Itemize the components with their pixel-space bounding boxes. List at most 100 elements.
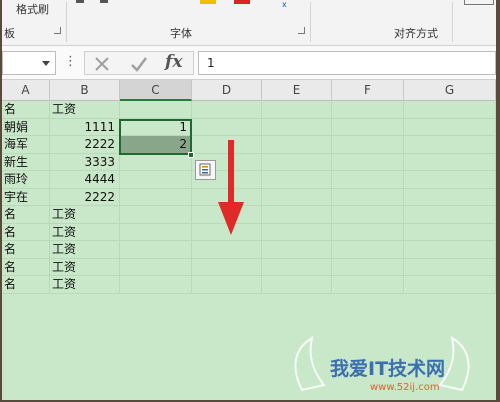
- cancel-icon[interactable]: [93, 55, 111, 73]
- cell-b[interactable]: 工资: [50, 206, 120, 224]
- cell-b[interactable]: 工资: [50, 223, 120, 241]
- cell-e[interactable]: [262, 276, 332, 294]
- cell-d[interactable]: [192, 241, 262, 259]
- cell-g[interactable]: [404, 258, 496, 276]
- ribbon-separator: [310, 2, 311, 42]
- cell-d[interactable]: [192, 258, 262, 276]
- cell-f[interactable]: [332, 276, 404, 294]
- name-box[interactable]: [2, 51, 56, 75]
- cell-d[interactable]: [192, 101, 262, 119]
- cell-b[interactable]: 2222: [50, 136, 120, 154]
- cell-a[interactable]: 名: [2, 276, 50, 294]
- cell-a[interactable]: 朝娟: [2, 118, 50, 136]
- font-launcher-icon[interactable]: [298, 27, 305, 34]
- cell-c[interactable]: [120, 258, 192, 276]
- column-header-b[interactable]: B: [50, 80, 120, 101]
- cell-g[interactable]: [404, 118, 496, 136]
- chevron-down-icon[interactable]: [42, 61, 50, 66]
- cell-a[interactable]: 雨玲: [2, 171, 50, 189]
- fill-handle[interactable]: [188, 152, 194, 158]
- cell-g[interactable]: [404, 136, 496, 154]
- cell-g[interactable]: [404, 171, 496, 189]
- bold-icon[interactable]: [76, 0, 84, 3]
- cell-f[interactable]: [332, 136, 404, 154]
- cell-f[interactable]: [332, 258, 404, 276]
- cell-e[interactable]: [262, 206, 332, 224]
- table-row: 名 工资: [2, 101, 496, 119]
- cell-f[interactable]: [332, 241, 404, 259]
- cell-b[interactable]: 工资: [50, 101, 120, 119]
- cell-e[interactable]: [262, 188, 332, 206]
- phonetic-icon[interactable]: x: [282, 0, 287, 9]
- cell-e[interactable]: [262, 153, 332, 171]
- enter-icon[interactable]: [129, 55, 149, 73]
- cell-c[interactable]: [120, 153, 192, 171]
- cell-g[interactable]: [404, 101, 496, 119]
- cell-d[interactable]: [192, 276, 262, 294]
- cell-f[interactable]: [332, 206, 404, 224]
- cell-a[interactable]: 名: [2, 258, 50, 276]
- cell-f[interactable]: [332, 223, 404, 241]
- cell-c[interactable]: [120, 223, 192, 241]
- cell-c[interactable]: 1: [120, 118, 192, 136]
- cell-c[interactable]: 2: [120, 136, 192, 154]
- cell-e[interactable]: [262, 171, 332, 189]
- cell-e[interactable]: [262, 258, 332, 276]
- cell-b[interactable]: 2222: [50, 188, 120, 206]
- column-header-e[interactable]: E: [262, 80, 332, 101]
- cell-f[interactable]: [332, 188, 404, 206]
- cell-a[interactable]: 海军: [2, 136, 50, 154]
- column-header-a[interactable]: A: [2, 80, 50, 101]
- cell-g[interactable]: [404, 276, 496, 294]
- cell-f[interactable]: [332, 171, 404, 189]
- cell-e[interactable]: [262, 241, 332, 259]
- auto-fill-options-button[interactable]: [195, 160, 216, 180]
- cell-b[interactable]: 4444: [50, 171, 120, 189]
- cell-b[interactable]: 3333: [50, 153, 120, 171]
- cell-a[interactable]: 名: [2, 241, 50, 259]
- cell-g[interactable]: [404, 188, 496, 206]
- ribbon-separator: [452, 2, 453, 42]
- cell-c[interactable]: [120, 101, 192, 119]
- formula-input[interactable]: 1: [198, 51, 496, 75]
- cell-c[interactable]: [120, 171, 192, 189]
- column-header-d[interactable]: D: [192, 80, 262, 101]
- cell-a[interactable]: 新生: [2, 153, 50, 171]
- cell-g[interactable]: [404, 206, 496, 224]
- cell-d[interactable]: [192, 118, 262, 136]
- cell-c[interactable]: [120, 276, 192, 294]
- cell-a[interactable]: 名: [2, 206, 50, 224]
- cell-a[interactable]: 名: [2, 101, 50, 119]
- cell-f[interactable]: [332, 153, 404, 171]
- insert-function-icon[interactable]: fx: [165, 52, 182, 72]
- cell-f[interactable]: [332, 101, 404, 119]
- format-painter-button[interactable]: 格式刷: [16, 1, 49, 17]
- cell-f[interactable]: [332, 118, 404, 136]
- cell-a[interactable]: 宇在: [2, 188, 50, 206]
- cell-e[interactable]: [262, 101, 332, 119]
- clipboard-launcher-icon[interactable]: [54, 27, 61, 34]
- cell-g[interactable]: [404, 241, 496, 259]
- font-color-icon[interactable]: [234, 0, 250, 4]
- fill-color-icon[interactable]: [200, 0, 216, 4]
- font-group-label: 字体: [170, 27, 192, 40]
- cell-e[interactable]: [262, 118, 332, 136]
- cell-b[interactable]: 1111: [50, 118, 120, 136]
- cell-c[interactable]: [120, 188, 192, 206]
- cell-b[interactable]: 工资: [50, 258, 120, 276]
- italic-icon[interactable]: [100, 0, 108, 3]
- column-header-c[interactable]: C: [120, 80, 192, 101]
- more-icon[interactable]: ⋮: [64, 54, 77, 69]
- wrap-text-icon[interactable]: [464, 0, 494, 5]
- cell-c[interactable]: [120, 241, 192, 259]
- cell-b[interactable]: 工资: [50, 276, 120, 294]
- cell-b[interactable]: 工资: [50, 241, 120, 259]
- cell-e[interactable]: [262, 136, 332, 154]
- cell-a[interactable]: 名: [2, 223, 50, 241]
- cell-e[interactable]: [262, 223, 332, 241]
- cell-c[interactable]: [120, 206, 192, 224]
- cell-g[interactable]: [404, 153, 496, 171]
- column-header-f[interactable]: F: [332, 80, 404, 101]
- cell-g[interactable]: [404, 223, 496, 241]
- column-header-g[interactable]: G: [404, 80, 496, 101]
